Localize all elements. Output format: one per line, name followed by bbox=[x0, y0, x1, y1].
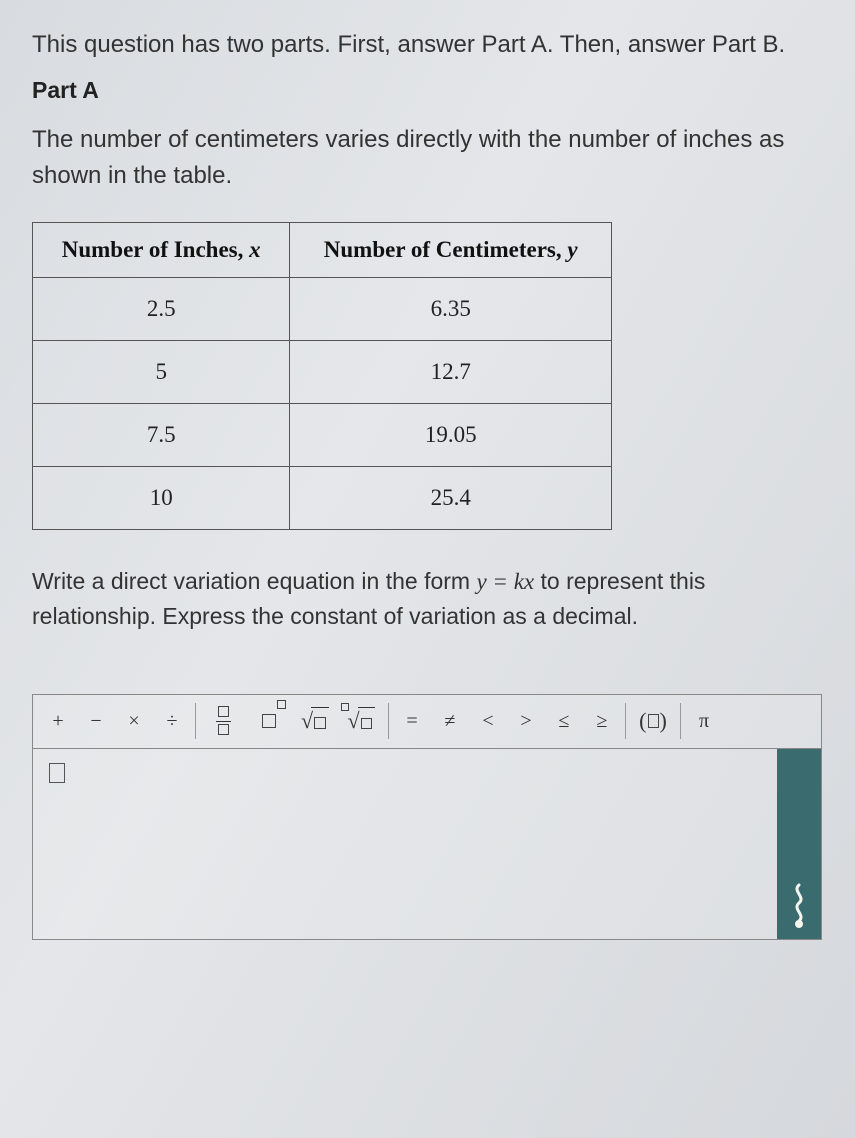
sqrt-icon: √ bbox=[301, 707, 329, 736]
cell-y: 19.05 bbox=[290, 403, 612, 466]
sqrt-button[interactable]: √ bbox=[292, 701, 338, 741]
nth-root-button[interactable]: √ bbox=[338, 701, 384, 741]
table-row: 2.5 6.35 bbox=[33, 277, 612, 340]
part-a-prompt: The number of centimeters varies directl… bbox=[32, 122, 823, 194]
table-header-centimeters: Number of Centimeters, y bbox=[290, 222, 612, 277]
equation-toolbar: + − × ÷ √ √ = ≠ < > bbox=[33, 695, 821, 749]
data-table: Number of Inches, x Number of Centimeter… bbox=[32, 222, 612, 530]
exponent-button[interactable] bbox=[246, 701, 292, 741]
equation-editor: + − × ÷ √ √ = ≠ < > bbox=[32, 694, 822, 940]
times-button[interactable]: × bbox=[115, 701, 153, 741]
table-header-row: Number of Inches, x Number of Centimeter… bbox=[33, 222, 612, 277]
plus-button[interactable]: + bbox=[39, 701, 77, 741]
less-equal-button[interactable]: ≤ bbox=[545, 701, 583, 741]
greater-than-button[interactable]: > bbox=[507, 701, 545, 741]
table-header-inches: Number of Inches, x bbox=[33, 222, 290, 277]
cell-x: 7.5 bbox=[33, 403, 290, 466]
cell-y: 25.4 bbox=[290, 466, 612, 529]
fraction-icon bbox=[216, 706, 231, 737]
table-row: 10 25.4 bbox=[33, 466, 612, 529]
editor-sidebar[interactable] bbox=[777, 749, 821, 939]
cell-y: 12.7 bbox=[290, 340, 612, 403]
part-a-label: Part A bbox=[32, 77, 823, 104]
cell-y: 6.35 bbox=[290, 277, 612, 340]
squiggle-icon bbox=[786, 883, 812, 929]
instruction-text: Write a direct variation equation in the… bbox=[32, 564, 823, 634]
parentheses-button[interactable]: () bbox=[630, 701, 676, 741]
input-area bbox=[33, 749, 821, 939]
cell-x: 5 bbox=[33, 340, 290, 403]
pi-button[interactable]: π bbox=[685, 701, 723, 741]
toolbar-separator bbox=[680, 703, 681, 739]
table-row: 5 12.7 bbox=[33, 340, 612, 403]
nth-root-icon: √ bbox=[347, 707, 374, 736]
question-intro: This question has two parts. First, answ… bbox=[32, 28, 823, 63]
not-equals-button[interactable]: ≠ bbox=[431, 701, 469, 741]
less-than-button[interactable]: < bbox=[469, 701, 507, 741]
cell-x: 10 bbox=[33, 466, 290, 529]
divide-button[interactable]: ÷ bbox=[153, 701, 191, 741]
fraction-button[interactable] bbox=[200, 701, 246, 741]
table-row: 7.5 19.05 bbox=[33, 403, 612, 466]
exponent-icon bbox=[262, 708, 276, 734]
equals-button[interactable]: = bbox=[393, 701, 431, 741]
equation-input[interactable] bbox=[33, 749, 777, 939]
toolbar-separator bbox=[625, 703, 626, 739]
greater-equal-button[interactable]: ≥ bbox=[583, 701, 621, 741]
cell-x: 2.5 bbox=[33, 277, 290, 340]
minus-button[interactable]: − bbox=[77, 701, 115, 741]
parentheses-icon: () bbox=[639, 708, 667, 734]
toolbar-separator bbox=[388, 703, 389, 739]
input-placeholder-icon bbox=[49, 763, 65, 783]
toolbar-separator bbox=[195, 703, 196, 739]
